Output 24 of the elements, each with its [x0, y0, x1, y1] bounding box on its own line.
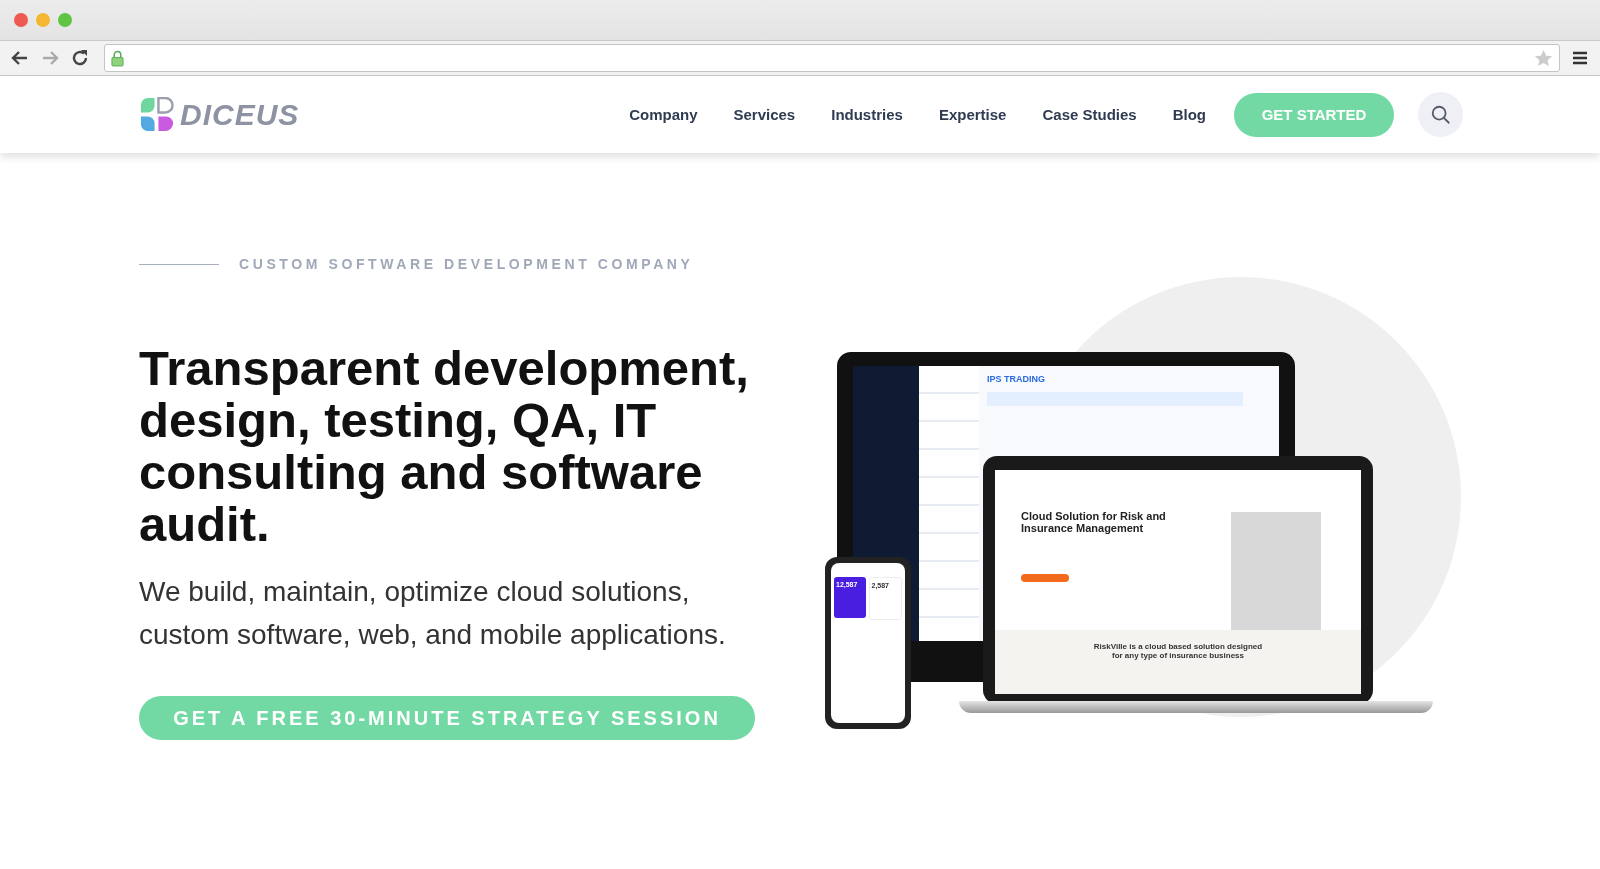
nav-link[interactable]: Services: [733, 106, 796, 123]
lock-icon: [111, 49, 124, 67]
laptop-tagline: RiskVille is a cloud based solution designed for any type of insurance business: [1092, 642, 1264, 662]
logo-text: DICEUS: [180, 97, 300, 132]
reload-icon[interactable]: [70, 48, 90, 68]
laptop-heading: Cloud Solution for Risk and Insurance Management: [1021, 510, 1167, 534]
dashboard-title: IPS TRADING: [987, 374, 1045, 384]
nav-link[interactable]: Company: [629, 106, 698, 123]
logo-icon: [139, 97, 174, 132]
address-bar[interactable]: [104, 44, 1560, 72]
nav-link[interactable]: Blog: [1172, 106, 1206, 123]
eyebrow-text: CUSTOM SOFTWARE DEVELOPMENT COMPANY: [239, 256, 694, 272]
demo-button-drawing: [1021, 574, 1069, 582]
nav-link[interactable]: Expertise: [938, 106, 1007, 123]
search-icon: [1429, 103, 1452, 126]
nav-link[interactable]: Industries: [831, 106, 903, 123]
star-icon[interactable]: [1534, 48, 1553, 68]
maximize-window-dot[interactable]: [58, 13, 72, 27]
hero-heading: Transparent development, design, testing, QA, IT consulting and software audit.: [139, 342, 750, 550]
search-button[interactable]: [1418, 92, 1463, 137]
nav-link[interactable]: Case Studies: [1042, 106, 1137, 123]
hero-subtitle: We build, maintain, optimize cloud solutions, custom software, web, and mobile applications.: [139, 575, 727, 652]
minimize-window-dot[interactable]: [36, 13, 50, 27]
close-window-dot[interactable]: [14, 13, 28, 27]
